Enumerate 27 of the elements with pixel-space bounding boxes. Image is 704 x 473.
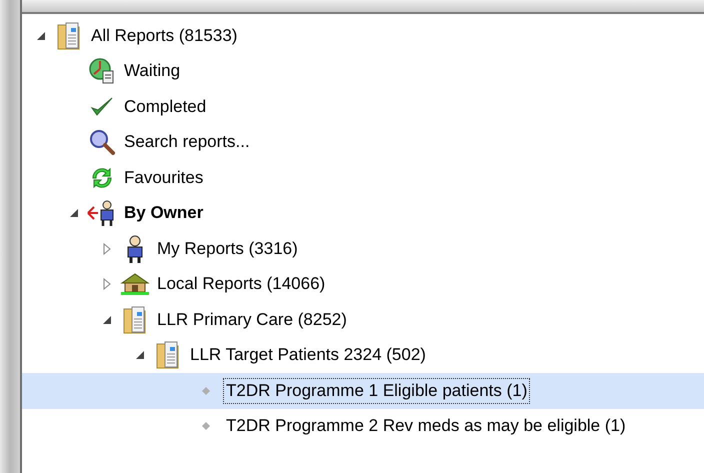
collapse-arrow-icon[interactable] (69, 207, 79, 220)
tree-item[interactable]: LLR Primary Care (8252) (154, 306, 350, 333)
tree-item[interactable]: LLR Target Patients 2324 (502) (187, 342, 429, 368)
diamond-bullet-icon (201, 421, 211, 432)
tree-item[interactable]: By Owner (121, 200, 206, 226)
collapse-arrow-icon[interactable] (102, 314, 112, 326)
tree-item[interactable]: Favourites (121, 164, 206, 191)
folder-icon (156, 340, 180, 370)
tree-item[interactable]: Completed (121, 94, 210, 120)
check-icon (90, 96, 114, 118)
folder-icon (123, 304, 147, 335)
diamond-bullet-icon (201, 386, 211, 396)
tree-item[interactable]: Local Reports (14066) (154, 271, 328, 298)
collapse-arrow-icon[interactable] (135, 349, 145, 362)
search-icon (89, 129, 115, 156)
house-icon (120, 272, 150, 296)
expand-arrow-icon[interactable] (102, 278, 112, 290)
clock-icon (89, 57, 115, 86)
tree-item[interactable]: My Reports (3316) (154, 236, 301, 262)
folder-icon (57, 20, 81, 51)
tree-item[interactable]: All Reports (81533) (88, 22, 240, 49)
tree-item[interactable]: T2DR Programme 2 Rev meds as may be eligible (1) (223, 413, 629, 440)
tree-item[interactable]: Search reports... (121, 129, 253, 156)
tree-item[interactable]: T2DR Programme 1 Eligible patients (1) (223, 378, 530, 404)
collapse-arrow-icon[interactable] (36, 30, 46, 42)
tree-item[interactable]: Waiting (121, 58, 184, 84)
expand-arrow-icon[interactable] (102, 242, 112, 255)
